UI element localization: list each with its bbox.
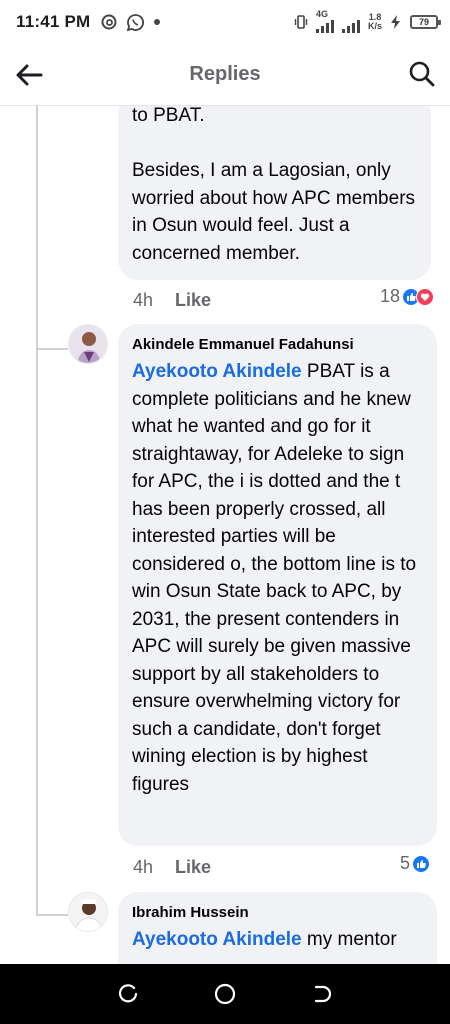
comment-author[interactable]: Ibrahim Hussein [132,903,423,923]
notification-dot-icon [154,19,161,25]
charging-icon [391,14,400,29]
profile-photo [69,893,107,931]
like-reaction-icon [412,854,430,873]
comment-text: to PBAT. Besides, I am a Lagosian, only … [132,106,416,264]
page-title: Replies [189,63,261,85]
comment-bubble[interactable]: Ibrahim Hussein Ayekooto Akindele my men… [118,892,437,964]
back-nav-button[interactable] [307,979,337,1009]
like-button[interactable]: Like [175,857,211,878]
recent-apps-button[interactable] [113,979,143,1009]
profile-photo [69,325,107,363]
comment-bubble[interactable]: to PBAT. Besides, I am a Lagosian, only … [118,106,431,280]
thread-branch [36,348,68,350]
signal-icon [341,19,360,33]
home-icon [214,983,236,1005]
network-label: 4G [315,9,328,19]
reaction-count: 5 [399,853,410,873]
comment-text: PBAT is a complete politicians and he kn… [132,361,422,795]
avatar[interactable] [68,892,108,932]
status-bar: 11:41 PM 4G 1.8 K/s 79 [0,0,450,44]
reaction-count: 18 [379,286,400,306]
mention-link[interactable]: Ayekooto Akindele [132,361,302,382]
status-time: 11:41 PM [16,12,91,31]
back-icon [314,985,331,1003]
battery-level: 79 [418,16,429,27]
vibrate-icon [294,14,308,29]
recent-apps-icon [119,984,138,1003]
status-right: 4G 1.8 K/s 79 [294,9,441,33]
header: Replies [0,44,450,106]
thread-line [36,106,38,916]
comment-body: Ayekooto Akindele my mentor [132,926,423,954]
comment-actions: 4h Like [133,290,211,311]
home-button[interactable] [210,979,240,1009]
speed-unit: K/s [367,20,382,31]
comment-bubble[interactable]: Akindele Emmanuel Fadahunsi Ayekooto Aki… [118,324,437,846]
comment-actions: 4h Like [133,857,211,878]
status-left-icons [100,13,161,32]
comment-text: my mentor [306,929,397,950]
reaction-summary[interactable]: 18 [380,286,434,307]
comment-time: 4h [133,290,154,310]
comment-body: Ayekooto Akindele PBAT is a complete pol… [132,358,423,798]
battery-icon: 79 [410,14,441,29]
replies-feed[interactable]: to PBAT. Besides, I am a Lagosian, only … [0,106,450,964]
threads-icon [101,14,117,30]
mention-link[interactable]: Ayekooto Akindele [132,929,302,950]
reaction-summary[interactable]: 5 [400,853,430,874]
comment-author[interactable]: Akindele Emmanuel Fadahunsi [132,335,423,355]
search-button[interactable] [408,60,436,88]
thread-branch [36,914,68,916]
system-navbar [0,964,450,1024]
signal-icon [315,19,334,33]
love-reaction-icon [416,287,434,306]
like-button[interactable]: Like [175,290,211,311]
whatsapp-icon [127,13,145,31]
avatar[interactable] [68,324,108,364]
search-icon [409,61,435,87]
comment-time: 4h [133,857,154,877]
